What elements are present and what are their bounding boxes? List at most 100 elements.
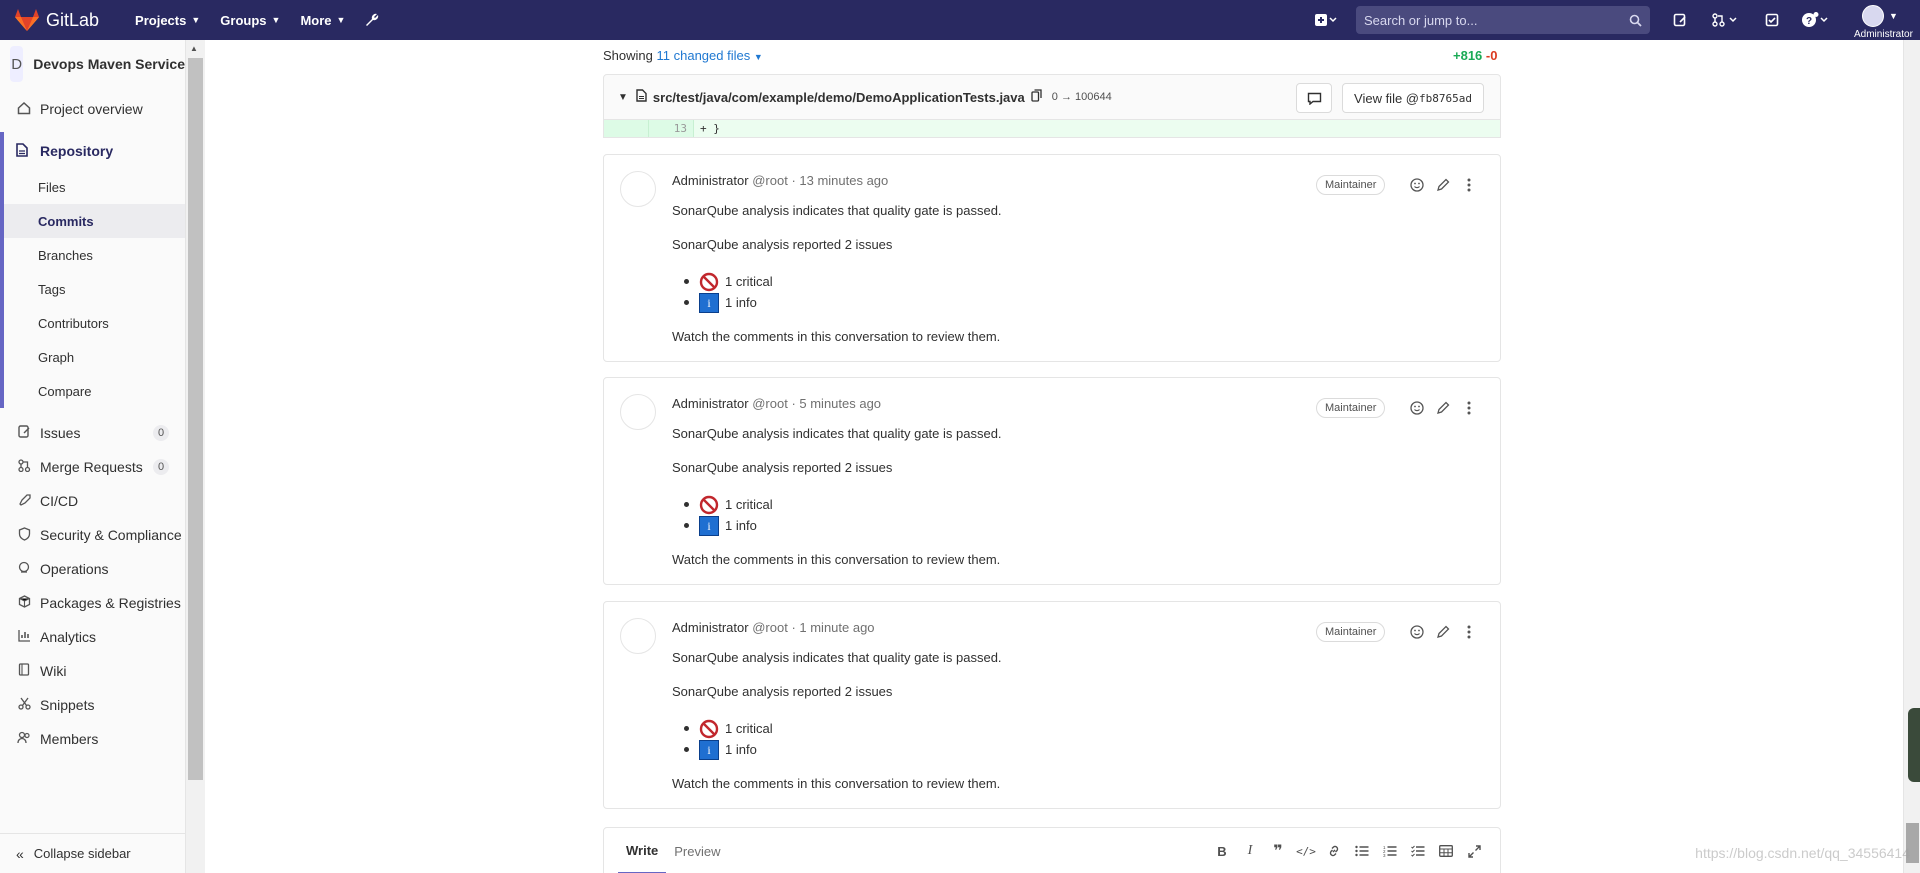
comment-note: Administrator @root · 13 minutes ago Mai… bbox=[603, 154, 1501, 362]
edit-pencil-icon[interactable] bbox=[1430, 175, 1456, 195]
sidebar-subitem-tags[interactable]: Tags bbox=[4, 272, 185, 306]
note-author[interactable]: Administrator bbox=[672, 620, 749, 635]
view-file-button[interactable]: View file @ fb8765ad bbox=[1342, 83, 1484, 113]
gitlab-logo-icon bbox=[15, 9, 39, 31]
sidebar-item-project-overview[interactable]: Project overview bbox=[0, 92, 185, 126]
more-actions-kebab-icon[interactable] bbox=[1456, 622, 1482, 642]
tab-write[interactable]: Write bbox=[618, 828, 667, 873]
sidebar-item-members[interactable]: Members bbox=[0, 722, 185, 756]
help-nav-icon[interactable]: ? bbox=[1798, 6, 1834, 34]
nav-more-dropdown[interactable]: More ▼ bbox=[290, 6, 355, 34]
changed-files-dropdown[interactable]: 11 changed files ▼ bbox=[657, 48, 763, 63]
diff-file-path[interactable]: src/test/java/com/example/demo/DemoAppli… bbox=[653, 90, 1025, 105]
note-author-handle[interactable]: @root bbox=[752, 173, 788, 188]
edit-pencil-icon[interactable] bbox=[1430, 622, 1456, 642]
note-author-handle[interactable]: @root bbox=[752, 620, 788, 635]
sidebar-item-packages-registries[interactable]: Packages & Registries bbox=[0, 586, 185, 620]
new-item-plus-icon[interactable] bbox=[1312, 6, 1340, 34]
merge-requests-count-badge: 0 bbox=[153, 459, 169, 475]
new-line-number[interactable]: 13 bbox=[649, 120, 694, 137]
user-menu[interactable]: ▼ Administrator bbox=[1840, 0, 1920, 40]
sidebar-item-security-compliance[interactable]: Security & Compliance bbox=[0, 518, 185, 552]
bold-icon[interactable]: B bbox=[1208, 840, 1236, 862]
edit-pencil-icon[interactable] bbox=[1430, 398, 1456, 418]
sidebar-subitem-contributors[interactable]: Contributors bbox=[4, 306, 185, 340]
chevron-down-icon[interactable]: ▼ bbox=[618, 92, 628, 103]
todos-nav-icon[interactable] bbox=[1758, 6, 1786, 34]
sidebar-subitem-compare[interactable]: Compare bbox=[4, 374, 185, 408]
fullscreen-expand-icon[interactable] bbox=[1460, 840, 1488, 862]
nav-projects-dropdown[interactable]: Projects ▼ bbox=[125, 6, 210, 34]
link-icon[interactable] bbox=[1320, 840, 1348, 862]
avatar bbox=[1862, 5, 1885, 27]
note-timestamp[interactable]: · 1 minute ago bbox=[791, 620, 874, 635]
scroll-up-arrow-icon[interactable]: ▲ bbox=[190, 44, 198, 53]
list-item: 1 critical bbox=[684, 494, 1002, 515]
additions-count: +816 bbox=[1453, 48, 1483, 63]
sidebar-item-merge-requests[interactable]: Merge Requests 0 bbox=[0, 450, 185, 484]
italic-icon[interactable]: I bbox=[1236, 840, 1264, 862]
more-actions-kebab-icon[interactable] bbox=[1456, 175, 1482, 195]
gitlab-home-link[interactable]: GitLab bbox=[14, 0, 99, 40]
info-count: 1 info bbox=[725, 518, 757, 533]
markdown-toolbar: B I ❞ </> 123 bbox=[1208, 840, 1488, 862]
search-input[interactable]: Search or jump to... bbox=[1356, 6, 1650, 34]
code-icon[interactable]: </> bbox=[1292, 840, 1320, 862]
note-timestamp[interactable]: · 13 minutes ago bbox=[791, 173, 888, 188]
home-icon bbox=[16, 101, 32, 118]
comment-editor: Write Preview B I ❞ </> 123 bbox=[603, 827, 1501, 873]
sidebar-project-header[interactable]: D Devops Maven Service bbox=[0, 40, 185, 88]
sidebar-subitem-branches[interactable]: Branches bbox=[4, 238, 185, 272]
admin-area-wrench-icon[interactable] bbox=[355, 6, 389, 34]
sidebar-item-analytics[interactable]: Analytics bbox=[0, 620, 185, 654]
merge-requests-nav-icon[interactable] bbox=[1706, 6, 1746, 34]
note-author[interactable]: Administrator bbox=[672, 173, 749, 188]
bullet bbox=[684, 523, 689, 528]
changed-files-summary: Showing 11 changed files ▼ bbox=[603, 48, 763, 63]
sidebar-item-snippets[interactable]: Snippets bbox=[0, 688, 185, 722]
sidebar-item-operations[interactable]: Operations bbox=[0, 552, 185, 586]
table-icon[interactable] bbox=[1432, 840, 1460, 862]
tab-preview[interactable]: Preview bbox=[666, 828, 728, 873]
note-text: SonarQube analysis reported 2 issues bbox=[672, 237, 893, 252]
note-author[interactable]: Administrator bbox=[672, 396, 749, 411]
note-text: Watch the comments in this conversation … bbox=[672, 552, 1001, 567]
sidebar-scrollbar-thumb[interactable] bbox=[188, 58, 203, 780]
toggle-comments-button[interactable] bbox=[1296, 83, 1332, 113]
avatar[interactable] bbox=[620, 394, 656, 430]
numbered-list-icon[interactable]: 123 bbox=[1376, 840, 1404, 862]
sidebar-subitem-commits[interactable]: Commits bbox=[4, 204, 185, 238]
more-actions-kebab-icon[interactable] bbox=[1456, 398, 1482, 418]
svg-text:3: 3 bbox=[1383, 853, 1386, 857]
bullet-list-icon[interactable] bbox=[1348, 840, 1376, 862]
sidebar-item-wiki[interactable]: Wiki bbox=[0, 654, 185, 688]
note-actions bbox=[1404, 622, 1482, 642]
info-count: 1 info bbox=[725, 742, 757, 757]
avatar[interactable] bbox=[620, 618, 656, 654]
note-timestamp[interactable]: · 5 minutes ago bbox=[791, 396, 881, 411]
nav-groups-dropdown[interactable]: Groups ▼ bbox=[210, 6, 290, 34]
note-actions bbox=[1404, 398, 1482, 418]
brand-name: GitLab bbox=[46, 9, 100, 30]
collapse-sidebar-button[interactable]: « Collapse sidebar bbox=[0, 833, 185, 873]
issues-nav-icon[interactable] bbox=[1666, 6, 1694, 34]
sidebar-subitem-graph[interactable]: Graph bbox=[4, 340, 185, 374]
floating-side-widget[interactable] bbox=[1908, 708, 1920, 782]
sidebar-item-repository[interactable]: Repository bbox=[4, 132, 185, 170]
copy-path-icon[interactable] bbox=[1031, 89, 1042, 105]
sidebar-subitem-files[interactable]: Files bbox=[4, 170, 185, 204]
add-reaction-smiley-icon[interactable] bbox=[1404, 398, 1430, 418]
sidebar-scrollbar[interactable]: ▲ bbox=[186, 40, 205, 873]
sidebar-item-ci-cd[interactable]: CI/CD bbox=[0, 484, 185, 518]
chart-icon bbox=[16, 629, 32, 645]
avatar[interactable] bbox=[620, 171, 656, 207]
quote-icon[interactable]: ❞ bbox=[1264, 840, 1292, 862]
task-list-icon[interactable] bbox=[1404, 840, 1432, 862]
note-author-handle[interactable]: @root bbox=[752, 396, 788, 411]
chevron-down-icon: ▼ bbox=[1889, 11, 1898, 21]
sidebar-item-issues[interactable]: Issues 0 bbox=[0, 416, 185, 450]
add-reaction-smiley-icon[interactable] bbox=[1404, 622, 1430, 642]
editor-tabs: Write Preview bbox=[618, 828, 729, 873]
critical-blocker-icon bbox=[699, 495, 719, 514]
add-reaction-smiley-icon[interactable] bbox=[1404, 175, 1430, 195]
